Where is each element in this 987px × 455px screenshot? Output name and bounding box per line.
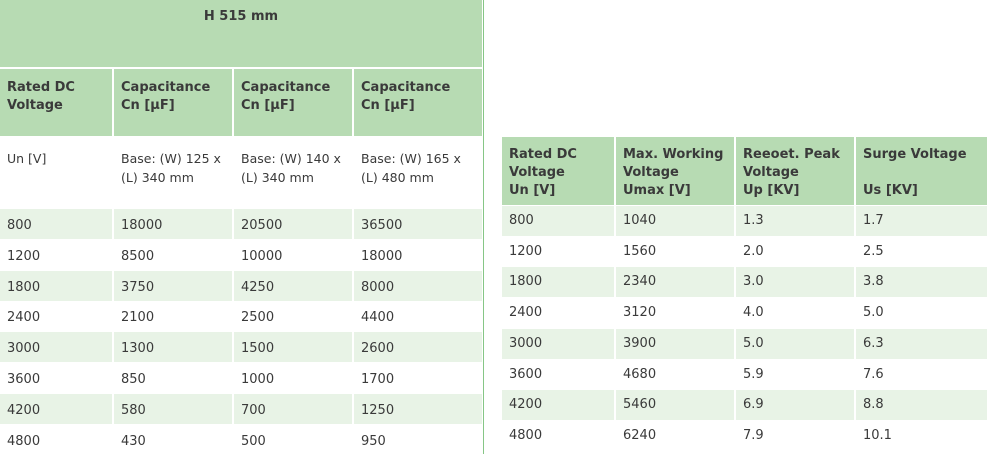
capacitance-cell: 36500 (354, 209, 482, 239)
rated-voltage-cell: 1800 (502, 267, 614, 298)
surge-voltage-cell: 10.1 (856, 420, 987, 451)
voltage-cell: 1200 (0, 239, 112, 270)
capacitance-cell: 430 (114, 424, 232, 455)
capacitance-cell: 580 (114, 393, 232, 424)
max-working-voltage-cell: 3120 (616, 298, 734, 329)
table-title-bar: H 515 mm (0, 0, 482, 67)
rated-voltage-cell: 3600 (502, 359, 614, 390)
surge-voltage-cell: 2.5 (856, 236, 987, 267)
capacitance-cell: 700 (234, 393, 352, 424)
peak-voltage-cell: 7.9 (736, 420, 854, 451)
capacitance-cell: 8000 (354, 270, 482, 301)
capacitance-cell: 3750 (114, 270, 232, 301)
header-peak-voltage: Reeoet. Peak Voltage Up [KV] (736, 137, 854, 205)
capacitance-cell: 1300 (114, 332, 232, 363)
capacitance-cell: 18000 (354, 239, 482, 270)
surge-voltage-cell: 5.0 (856, 298, 987, 329)
max-working-voltage-cell: 1040 (616, 206, 734, 236)
max-working-voltage-cell: 2340 (616, 267, 734, 298)
header-label: Reeoet. Peak Voltage (743, 147, 840, 180)
max-working-voltage-cell: 5460 (616, 390, 734, 421)
capacitance-cell: 8500 (114, 239, 232, 270)
voltage-cell: 2400 (0, 301, 112, 332)
capacitance-cell: 20500 (234, 209, 352, 239)
peak-voltage-cell: 3.0 (736, 267, 854, 298)
capacitance-cell: 2600 (354, 332, 482, 363)
peak-voltage-cell: 5.0 (736, 328, 854, 359)
capacitance-cell: 10000 (234, 239, 352, 270)
peak-voltage-cell: 4.0 (736, 298, 854, 329)
rated-voltage-cell: 4200 (502, 390, 614, 421)
peak-voltage-cell: 6.9 (736, 390, 854, 421)
rated-voltage-cell: 3000 (502, 328, 614, 359)
max-working-voltage-cell: 1560 (616, 236, 734, 267)
header-unit: Un [V] (509, 183, 556, 198)
capacitance-cell: 500 (234, 424, 352, 455)
rated-voltage-cell: 4800 (502, 420, 614, 451)
header-label: Max. Working Voltage (623, 147, 724, 180)
voltage-cell: 4200 (0, 393, 112, 424)
header-rated-dc-voltage: Rated DC Voltage Un [V] (502, 137, 614, 205)
capacitance-cell: 1500 (234, 332, 352, 363)
surge-voltage-cell: 8.8 (856, 390, 987, 421)
surge-voltage-cell: 7.6 (856, 359, 987, 390)
capacitance-cell: 18000 (114, 209, 232, 239)
rated-voltage-cell: 800 (502, 206, 614, 236)
capacitance-cell: 1700 (354, 363, 482, 393)
capacitance-cell: 850 (114, 363, 232, 393)
peak-voltage-cell: 1.3 (736, 206, 854, 236)
capacitance-cell: 1250 (354, 393, 482, 424)
capacitance-cell: 1000 (234, 363, 352, 393)
voltage-cell: 800 (0, 209, 112, 239)
voltage-cell: 3600 (0, 363, 112, 393)
rated-voltage-cell: 2400 (502, 298, 614, 329)
header-capacitance-1: Capacitance Cn [μF] (114, 69, 232, 136)
capacitance-cell: 4400 (354, 301, 482, 332)
header-max-working-voltage: Max. Working Voltage Umax [V] (616, 137, 734, 205)
base-size-cell: Base: (W) 140 x (L) 340 mm (234, 137, 352, 207)
voltage-cell: 1800 (0, 270, 112, 301)
max-working-voltage-cell: 3900 (616, 328, 734, 359)
peak-voltage-cell: 2.0 (736, 236, 854, 267)
capacitance-cell: 4250 (234, 270, 352, 301)
surge-voltage-cell: 3.8 (856, 267, 987, 298)
voltage-cell: 3000 (0, 332, 112, 363)
header-unit: Up [KV] (743, 183, 800, 198)
capacitance-cell: 2500 (234, 301, 352, 332)
header-surge-voltage: Surge Voltage Us [KV] (856, 137, 987, 205)
max-working-voltage-cell: 6240 (616, 420, 734, 451)
surge-voltage-cell: 6.3 (856, 328, 987, 359)
header-unit: Umax [V] (623, 183, 691, 198)
header-label: Rated DC Voltage (509, 147, 577, 180)
voltage-cell: 4800 (0, 424, 112, 455)
rated-voltage-cell: 1200 (502, 236, 614, 267)
capacitance-cell: 950 (354, 424, 482, 455)
header-capacitance-2: Capacitance Cn [μF] (234, 69, 352, 136)
table-title: H 515 mm (203, 9, 279, 24)
peak-voltage-cell: 5.9 (736, 359, 854, 390)
surge-voltage-cell: 1.7 (856, 206, 987, 236)
header-label: Surge Voltage (863, 147, 967, 162)
capacitance-table: H 515 mm Rated DC Voltage Capacitance Cn… (0, 0, 484, 455)
base-size-cell: Base: (W) 165 x (L) 480 mm (354, 137, 482, 207)
header-capacitance-3: Capacitance Cn [μF] (354, 69, 482, 136)
header-rated-dc-voltage: Rated DC Voltage (0, 69, 112, 136)
header-unit: Us [KV] (863, 183, 918, 198)
capacitance-cell: 2100 (114, 301, 232, 332)
max-working-voltage-cell: 4680 (616, 359, 734, 390)
unit-cell: Un [V] (0, 137, 112, 207)
base-size-cell: Base: (W) 125 x (L) 340 mm (114, 137, 232, 207)
